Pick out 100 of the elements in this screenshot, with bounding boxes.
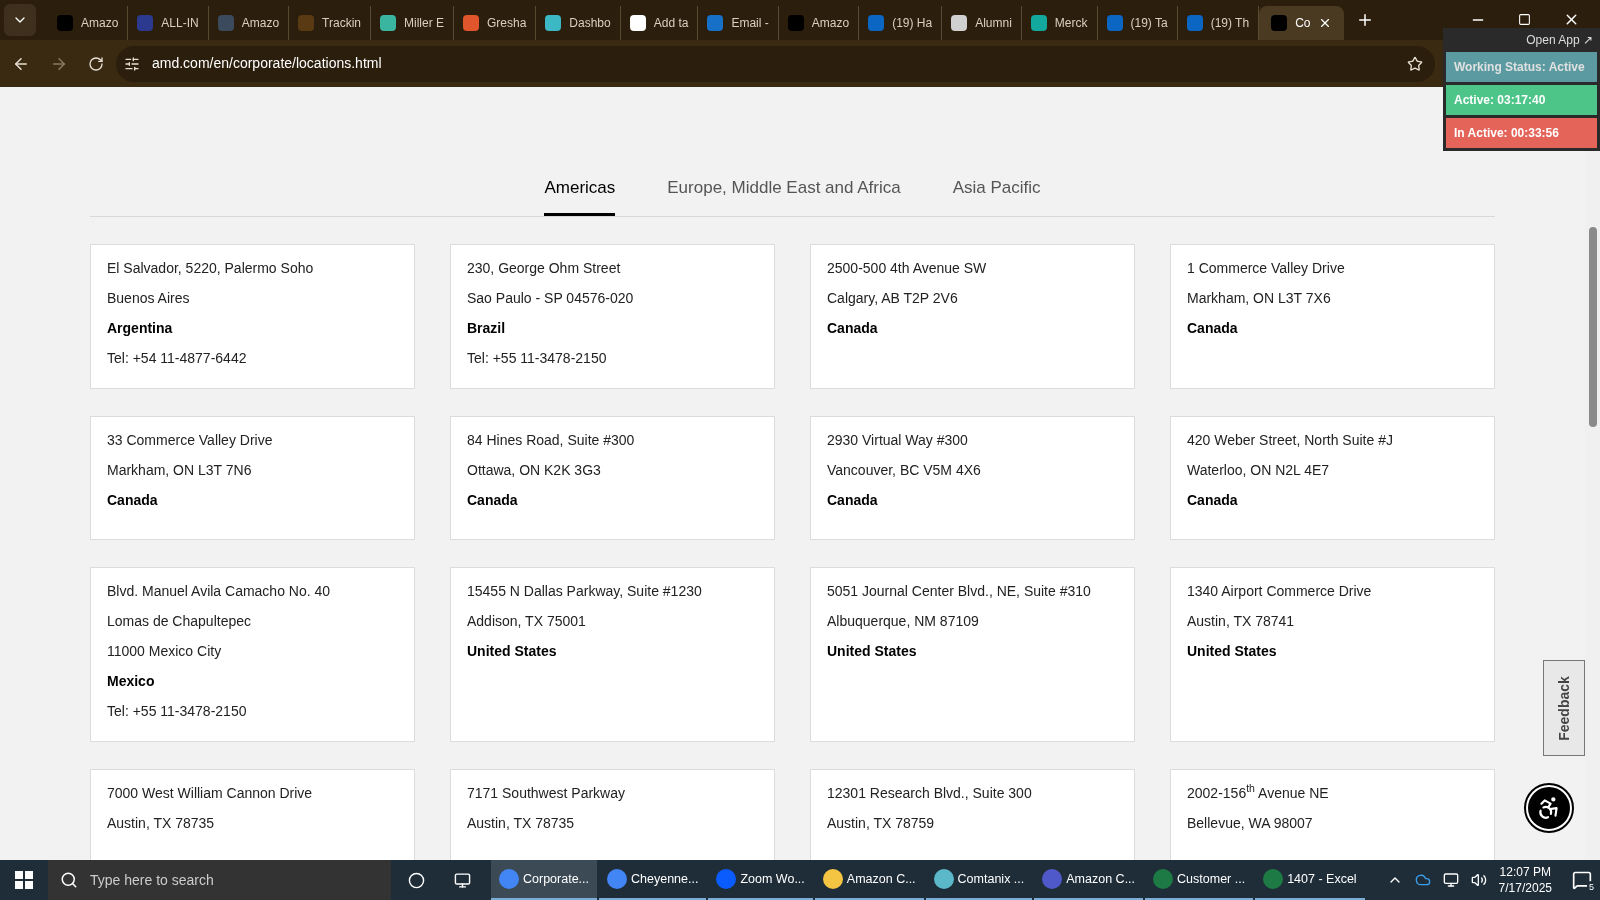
- app-label: Amazon C...: [1066, 870, 1136, 888]
- app-label: Zoom Wo...: [740, 870, 805, 888]
- task-view-icon[interactable]: [454, 871, 471, 889]
- address-line: Markham, ON L3T 7X6: [1187, 288, 1332, 308]
- tab-title: Amazo: [81, 15, 119, 32]
- bookmark-icon[interactable]: [1407, 55, 1423, 72]
- address-line: 7171 Southwest Parkway: [467, 783, 626, 803]
- address-line: Austin, TX 78735: [467, 813, 576, 833]
- open-app-link[interactable]: Open App ↗: [1522, 31, 1597, 49]
- country-name: Canada: [1187, 318, 1239, 338]
- address-line: 1 Commerce Valley Drive: [1187, 258, 1346, 278]
- country-name: Brazil: [467, 318, 507, 338]
- address-line: 33 Commerce Valley Drive: [107, 430, 274, 450]
- volume-icon[interactable]: [1470, 872, 1487, 888]
- address-line: Tel: +55 11-3478-2150: [467, 348, 608, 368]
- tab-title: Amazo: [811, 15, 850, 32]
- taskbar-app[interactable]: Zoom Wo...: [708, 860, 813, 900]
- browser-tab[interactable]: Co: [1259, 6, 1345, 40]
- app-label: Comtanix ...: [957, 870, 1025, 888]
- working-status: Working Status: Active: [1446, 52, 1597, 82]
- app-label: Customer ...: [1177, 870, 1246, 888]
- address-line: Tel: +55 11-3478-2150: [107, 701, 248, 721]
- taskbar-app[interactable]: Amazon C...: [814, 860, 924, 900]
- address-line: Austin, TX 78735: [107, 813, 216, 833]
- cloud-icon[interactable]: [1414, 872, 1431, 888]
- address-line: Blvd. Manuel Avila Camacho No. 40: [107, 581, 332, 601]
- address-line: Vancouver, BC V5M 4X6: [827, 460, 982, 480]
- network-icon[interactable]: [1442, 872, 1459, 888]
- reload-icon[interactable]: [88, 55, 104, 72]
- tab-title: ALL-IN: [161, 15, 199, 32]
- app-label: Cheyenne...: [631, 870, 699, 888]
- region-tab[interactable]: Asia Pacific: [952, 175, 1041, 216]
- tab-title: Miller E: [404, 15, 444, 32]
- taskbar-app[interactable]: Customer ...: [1145, 860, 1254, 900]
- taskbar-app[interactable]: Cheyenne...: [599, 860, 707, 900]
- address-line: Bellevue, WA 98007: [1187, 813, 1314, 833]
- tab-title: (19) Ta: [1130, 15, 1168, 32]
- tab-title: Amazo: [241, 15, 280, 32]
- tab-title: Dashbo: [569, 15, 611, 32]
- tab-title: Add ta: [653, 15, 689, 32]
- app-label: Corporate...: [523, 870, 589, 888]
- address-line: Calgary, AB T2P 2V6: [827, 288, 959, 308]
- feedback-tab[interactable]: Feedback: [1543, 660, 1585, 756]
- country-name: Canada: [827, 490, 879, 510]
- address-line: Waterloo, ON N2L 4E7: [1187, 460, 1331, 480]
- tab-list-button[interactable]: [4, 4, 36, 36]
- address-bar[interactable]: amd.com/en/corporate/locations.html: [116, 45, 1435, 82]
- windows-icon: [15, 871, 33, 889]
- cortana-icon[interactable]: [408, 871, 425, 889]
- taskbar-app[interactable]: 1407 - Excel: [1255, 860, 1365, 900]
- address-line: 2002-156$^{th}$ Avenue NE: [1187, 783, 1330, 803]
- tab-title: Alumni: [975, 15, 1012, 32]
- site-info-icon[interactable]: [124, 55, 140, 72]
- taskbar-search-field[interactable]: Type here to search: [48, 860, 391, 900]
- app-label: Amazon C...: [846, 870, 916, 888]
- search-icon: [60, 871, 78, 889]
- clock-time: 12:07 PM: [1499, 864, 1551, 880]
- address-line: Buenos Aires: [107, 288, 191, 308]
- address-line: 1340 Airport Commerce Drive: [1187, 581, 1373, 601]
- address-line: Lomas de Chapultepec: [107, 611, 252, 631]
- taskbar-app[interactable]: Amazon C...: [1034, 860, 1144, 900]
- address-line: 420 Weber Street, North Suite #J: [1187, 430, 1394, 450]
- address-line: Austin, TX 78741: [1187, 611, 1296, 631]
- search-placeholder: Type here to search: [90, 870, 214, 890]
- address-line: 11000 Mexico City: [107, 641, 223, 661]
- address-line: 15455 N Dallas Parkway, Suite #1230: [467, 581, 703, 601]
- tab-title: Trackin: [322, 15, 361, 32]
- tab-title: (19) Th: [1210, 15, 1250, 32]
- clock-date: 7/17/2025: [1498, 880, 1552, 896]
- notifications-icon[interactable]: [1572, 870, 1592, 890]
- tab-title: Gresha: [487, 15, 527, 32]
- address-line: Tel: +54 11-4877-6442: [107, 348, 248, 368]
- country-name: United States: [827, 641, 918, 661]
- country-name: Argentina: [107, 318, 174, 338]
- country-name: Canada: [107, 490, 159, 510]
- active-time: Active: 03:17:40: [1446, 85, 1597, 115]
- region-tab[interactable]: Americas: [544, 175, 616, 216]
- country-name: Canada: [827, 318, 879, 338]
- address-line: Markham, ON L3T 7N6: [107, 460, 253, 480]
- app-label: 1407 - Excel: [1287, 870, 1357, 888]
- tab-title: (19) Ha: [892, 15, 933, 32]
- address-line: 12301 Research Blvd., Suite 300: [827, 783, 1033, 803]
- accessibility-button[interactable]: [1526, 785, 1572, 831]
- country-name: United States: [1187, 641, 1278, 661]
- region-tab[interactable]: Europe, Middle East and Africa: [667, 175, 901, 216]
- address-line: 2930 Virtual Way #300: [827, 430, 969, 450]
- tab-title: Email -: [731, 15, 769, 32]
- address-line: Austin, TX 78759: [827, 813, 936, 833]
- url-text: amd.com/en/corporate/locations.html: [152, 54, 382, 73]
- maximize-icon[interactable]: [1518, 13, 1531, 26]
- inactive-time: In Active: 00:33:56: [1446, 118, 1597, 148]
- address-line: 230, George Ohm Street: [467, 258, 622, 278]
- address-line: 2500-500 4th Avenue SW: [827, 258, 988, 278]
- address-line: 7000 West William Cannon Drive: [107, 783, 314, 803]
- address-line: Sao Paulo - SP 04576-020: [467, 288, 635, 308]
- country-name: Canada: [1187, 490, 1239, 510]
- address-line: 84 Hines Road, Suite #300: [467, 430, 636, 450]
- taskbar-app[interactable]: Corporate...: [491, 860, 597, 900]
- country-name: United States: [467, 641, 558, 661]
- taskbar-app[interactable]: Comtanix ...: [925, 860, 1033, 900]
